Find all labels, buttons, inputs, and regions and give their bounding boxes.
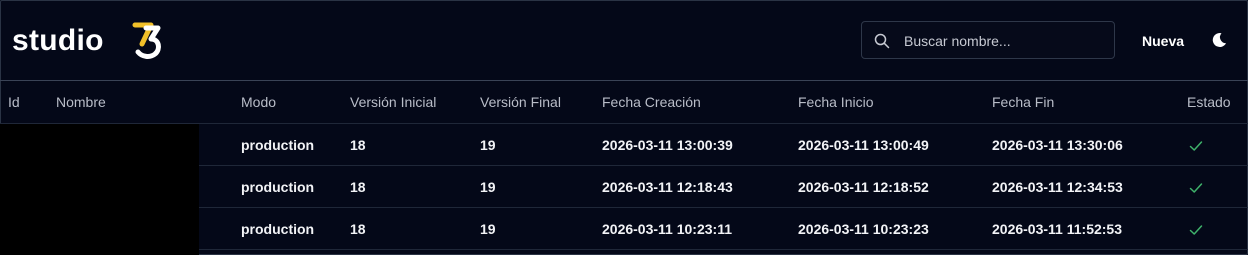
col-header-fecha-creacion[interactable]: Fecha Creación — [602, 81, 798, 124]
cell-fecha-fin: 2026-03-11 12:34:53 — [992, 165, 1187, 208]
new-button[interactable]: Nueva — [1142, 31, 1184, 51]
cell-version-inicial: 18 — [350, 123, 480, 166]
cell-fecha-inicio: 2026-03-11 12:18:52 — [798, 165, 992, 208]
cell-version-final: 19 — [480, 165, 602, 208]
search-input[interactable] — [902, 30, 1106, 52]
header: studio Nueva — [0, 0, 1248, 80]
cell-version-final: 19 — [480, 207, 602, 250]
search-icon — [874, 33, 890, 49]
cell-fecha-creacion: 2026-03-11 12:18:43 — [602, 165, 798, 208]
search-box — [861, 21, 1115, 59]
cell-fecha-creacion: 2026-03-11 13:00:39 — [602, 123, 798, 166]
cell-modo: production — [241, 165, 350, 208]
cell-modo: production — [241, 123, 350, 166]
col-header-modo[interactable]: Modo — [241, 81, 350, 124]
redacted-block — [0, 124, 199, 255]
check-icon — [1189, 140, 1203, 151]
cell-modo: production — [241, 207, 350, 250]
cell-version-inicial: 18 — [350, 165, 480, 208]
cell-estado — [1187, 165, 1248, 208]
check-icon — [1189, 182, 1203, 193]
col-header-nombre[interactable]: Nombre — [56, 81, 241, 124]
logo-wordmark: studio — [12, 24, 104, 57]
col-header-fecha-inicio[interactable]: Fecha Inicio — [798, 81, 992, 124]
col-header-version-final[interactable]: Versión Final — [480, 81, 602, 124]
cell-estado — [1187, 207, 1248, 250]
cell-fecha-inicio: 2026-03-11 13:00:49 — [798, 123, 992, 166]
cell-fecha-fin: 2026-03-11 11:52:53 — [992, 207, 1187, 250]
cell-fecha-creacion: 2026-03-11 10:23:11 — [602, 207, 798, 250]
cell-version-inicial: 18 — [350, 207, 480, 250]
cell-estado — [1187, 123, 1248, 166]
logo-73-mark — [132, 22, 161, 59]
col-header-estado[interactable]: Estado — [1187, 81, 1248, 124]
cell-fecha-inicio: 2026-03-11 10:23:23 — [798, 207, 992, 250]
check-icon — [1189, 224, 1203, 235]
moon-icon[interactable] — [1210, 31, 1228, 49]
col-header-fecha-fin[interactable]: Fecha Fin — [992, 81, 1187, 124]
col-header-version-inicial[interactable]: Versión Inicial — [350, 81, 480, 124]
cell-version-final: 19 — [480, 123, 602, 166]
studio73-logo[interactable]: studio — [12, 18, 161, 64]
table-header-row: Id Nombre Modo Versión Inicial Versión F… — [0, 81, 1248, 124]
col-header-id[interactable]: Id — [0, 81, 56, 124]
cell-fecha-fin: 2026-03-11 13:30:06 — [992, 123, 1187, 166]
